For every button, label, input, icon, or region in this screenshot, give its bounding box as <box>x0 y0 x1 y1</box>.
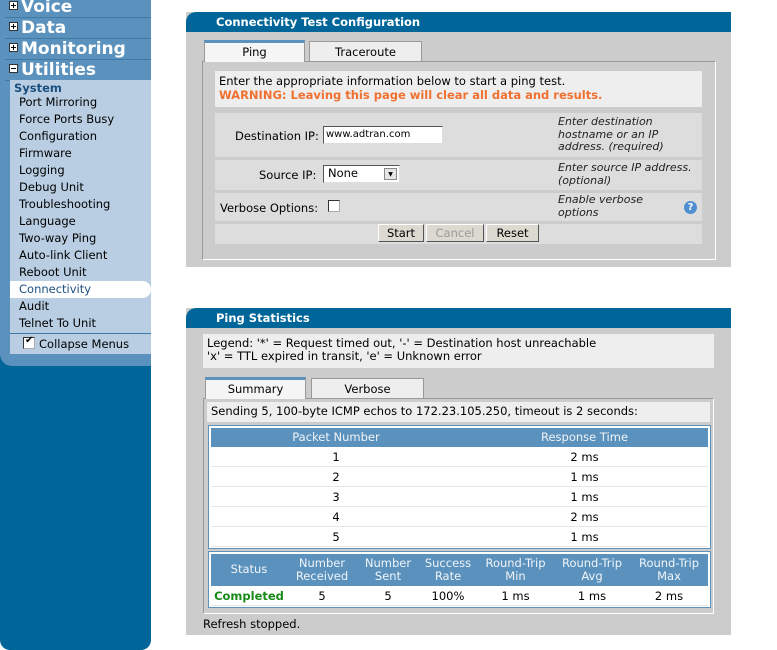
verbose-options-row: Verbose Options: Enable verbose options … <box>215 193 702 223</box>
rtt-min-value: 1 ms <box>501 589 530 603</box>
sending-info: Sending 5, 100-byte ICMP echos to 172.23… <box>207 402 710 422</box>
tab-traceroute[interactable]: Traceroute <box>309 41 422 61</box>
source-ip-select[interactable]: None ▼ <box>323 165 400 183</box>
packet-table-header: Packet Number Response Time <box>211 428 708 447</box>
table-row: 3 1 ms <box>211 487 708 507</box>
rtt-avg-value: 1 ms <box>577 589 607 603</box>
source-ip-help: Enter source IP address. (optional) <box>558 161 692 187</box>
sidebar-item-telnet-to-unit[interactable]: Telnet To Unit <box>19 315 96 332</box>
legend-box: Legend: '*' = Request timed out, '-' = D… <box>203 334 714 368</box>
expand-plus-icon <box>9 43 18 52</box>
sidebar-item-two-way-ping[interactable]: Two-way Ping <box>19 230 96 247</box>
tab-verbose[interactable]: Verbose <box>311 378 424 398</box>
table-row: 5 1 ms <box>211 527 708 547</box>
panel-title: Ping Statistics <box>186 308 731 328</box>
sidebar-item-logging[interactable]: Logging <box>19 162 65 179</box>
expand-plus-icon <box>9 22 18 31</box>
summary-row: Completed 5 5 100% 1 ms 1 ms 2 ms <box>211 586 708 606</box>
sent-value: 5 <box>384 589 392 603</box>
destination-ip-input[interactable]: www.adtran.com <box>323 126 443 144</box>
sidebar-item-debug-unit[interactable]: Debug Unit <box>19 179 84 196</box>
col-header-packet-number: Packet Number <box>292 430 380 444</box>
sidebar-item-auto-link-client[interactable]: Auto-link Client <box>19 247 107 264</box>
col-header-rtt-avg: Round-Trip Avg <box>561 556 623 583</box>
verbose-options-checkbox[interactable] <box>328 200 340 212</box>
intro-text: Enter the appropriate information below … <box>219 74 566 88</box>
sidebar-category-utilities[interactable]: Utilities <box>5 61 151 81</box>
status-value: Completed <box>214 589 284 603</box>
packet-table: Packet Number Response Time 1 2 ms 2 1 m… <box>208 425 711 549</box>
sidebar-item-firmware[interactable]: Firmware <box>19 145 72 162</box>
action-buttons-row: Start Cancel Reset <box>215 224 702 244</box>
panel-title: Connectivity Test Configuration <box>186 12 731 32</box>
destination-ip-help: Enter destination hostname or an IP addr… <box>558 115 664 153</box>
utilities-submenu: System Port Mirroring Force Ports Busy C… <box>10 80 151 333</box>
sidebar-item-connectivity[interactable]: Connectivity <box>10 281 151 298</box>
cancel-button[interactable]: Cancel <box>426 224 484 242</box>
expand-plus-icon <box>9 1 18 10</box>
collapse-menus-checkbox[interactable] <box>23 335 35 349</box>
sidebar-item-troubleshooting[interactable]: Troubleshooting <box>19 196 110 213</box>
col-header-rtt-max: Round-Trip Max <box>638 556 700 583</box>
collapse-menus-toggle[interactable]: Collapse Menus <box>10 333 151 354</box>
tab-ping[interactable]: Ping <box>204 40 305 62</box>
help-question-icon[interactable]: ? <box>684 201 697 214</box>
col-header-success-rate: Success Rate <box>424 556 472 583</box>
col-header-response-time: Response Time <box>540 430 629 444</box>
verbose-options-label: Verbose Options: <box>220 201 319 215</box>
summary-table: Status Number Received Number Sent Success… <box>208 551 711 608</box>
source-ip-label: Source IP: <box>259 168 317 182</box>
summary-table-header: Status Number Received Number Sent Success… <box>211 554 708 586</box>
reset-button[interactable]: Reset <box>486 224 539 242</box>
sidebar-item-language[interactable]: Language <box>19 213 76 230</box>
dropdown-arrow-icon[interactable]: ▼ <box>384 168 397 180</box>
col-header-number-sent: Number Sent <box>364 556 412 583</box>
col-header-rtt-min: Round-Trip Min <box>485 556 546 583</box>
sidebar-category-data[interactable]: Data <box>5 19 151 39</box>
table-row: 2 1 ms <box>211 467 708 487</box>
collapse-minus-icon <box>9 64 18 73</box>
collapse-menus-label: Collapse Menus <box>39 337 130 351</box>
table-row: 4 2 ms <box>211 507 708 527</box>
sidebar-item-port-mirroring[interactable]: Port Mirroring <box>19 94 97 111</box>
tab-summary[interactable]: Summary <box>205 377 306 399</box>
sidebar-item-reboot-unit[interactable]: Reboot Unit <box>19 264 87 281</box>
success-rate-value: 100% <box>431 589 465 603</box>
start-button[interactable]: Start <box>378 224 424 242</box>
source-ip-row: Source IP: None ▼ Enter source IP addres… <box>215 160 702 192</box>
rtt-max-value: 2 ms <box>654 589 684 603</box>
warning-text: WARNING: Leaving this page will clear al… <box>219 88 603 102</box>
sidebar-item-audit[interactable]: Audit <box>19 298 49 315</box>
received-value: 5 <box>318 589 326 603</box>
destination-ip-label: Destination IP: <box>235 129 319 143</box>
sidebar-category-monitoring[interactable]: Monitoring <box>5 40 151 60</box>
sidebar-nav: Voice Data Monitoring Utilities System P… <box>0 0 151 650</box>
sidebar-category-voice[interactable]: Voice <box>5 0 151 18</box>
col-header-status: Status <box>230 562 268 576</box>
verbose-options-help: Enable verbose options <box>558 193 643 219</box>
ping-intro-box: Enter the appropriate information below … <box>215 71 702 107</box>
col-header-number-received: Number Received <box>295 556 349 583</box>
table-row: 1 2 ms <box>211 447 708 467</box>
sidebar-item-configuration[interactable]: Configuration <box>19 128 97 145</box>
submenu-heading-system: System <box>14 81 62 95</box>
refresh-status: Refresh stopped. <box>203 617 301 631</box>
sidebar-item-force-ports-busy[interactable]: Force Ports Busy <box>19 111 114 128</box>
destination-ip-row: Destination IP: www.adtran.com Enter des… <box>215 113 702 159</box>
legend-line-2: 'x' = TTL expired in transit, 'e' = Unkn… <box>207 349 482 363</box>
